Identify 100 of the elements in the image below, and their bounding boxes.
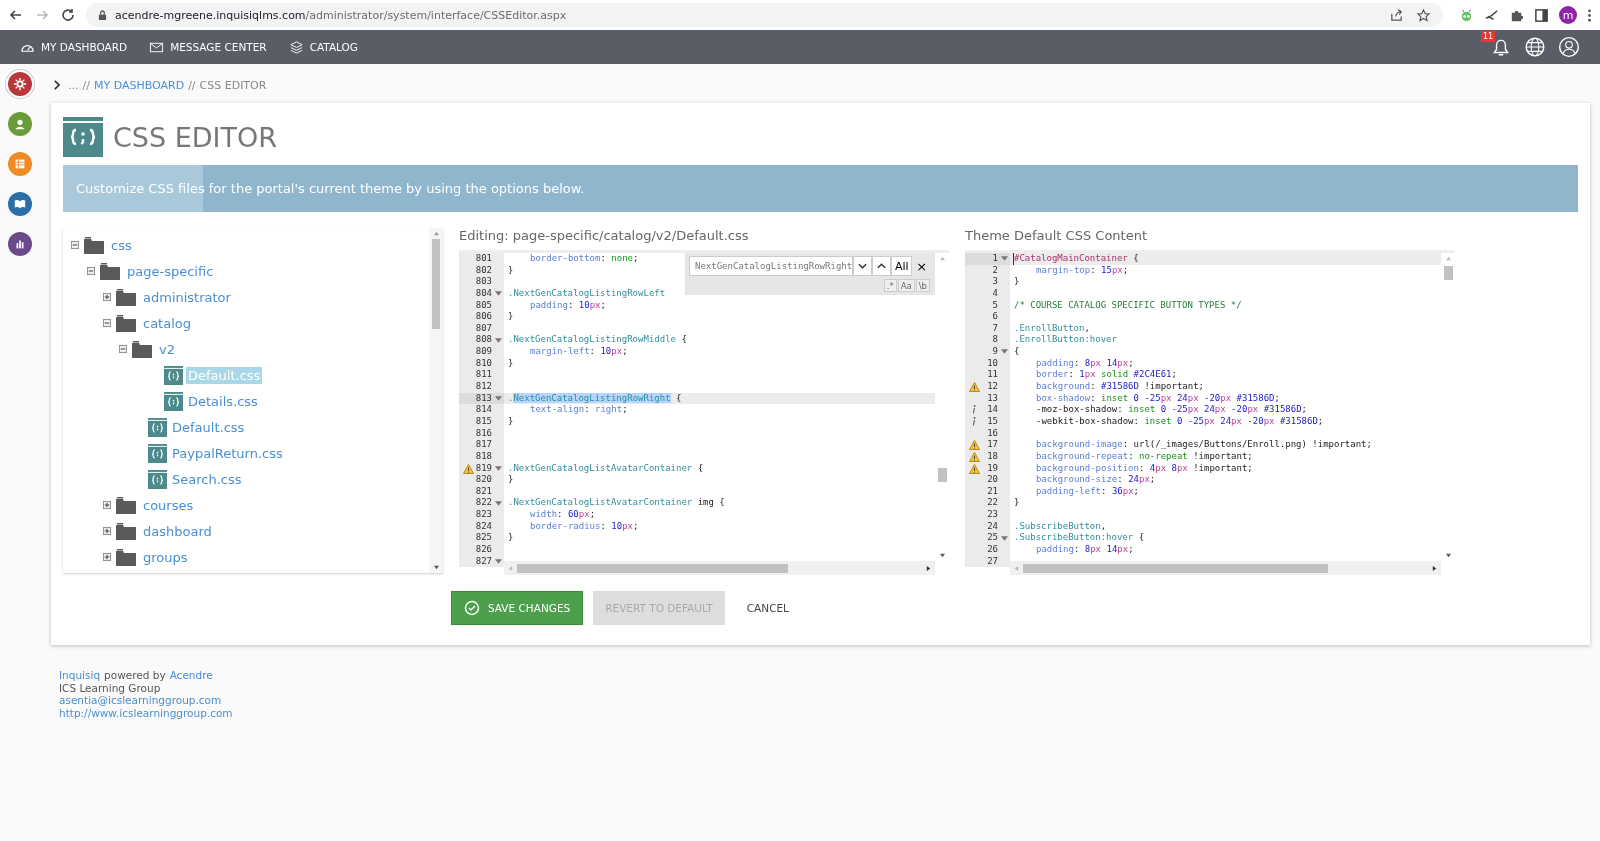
- scroll-right-icon[interactable]: [1432, 564, 1437, 572]
- scroll-thumb[interactable]: [1443, 266, 1453, 280]
- scroll-right-icon[interactable]: [926, 564, 931, 572]
- scroll-down-icon[interactable]: [432, 565, 440, 570]
- scroll-up-icon[interactable]: [432, 231, 440, 236]
- code-line: width: 60px;: [529, 509, 596, 521]
- fold-caret-icon[interactable]: [495, 337, 502, 343]
- globe-icon[interactable]: [1524, 36, 1546, 58]
- collapse-icon[interactable]: [119, 345, 127, 353]
- tree-item[interactable]: catalog: [141, 314, 193, 332]
- share-icon[interactable]: [1389, 7, 1404, 23]
- tree-item[interactable]: v2: [157, 340, 177, 358]
- line-number: 25: [987, 532, 998, 545]
- line-number: 12: [987, 381, 998, 393]
- person-icon[interactable]: [7, 112, 32, 136]
- collapse-icon[interactable]: [71, 241, 79, 249]
- find-field[interactable]: NextGenCatalogListingRowRight: [689, 256, 854, 276]
- fold-caret-icon[interactable]: [1001, 256, 1008, 262]
- line-number: 821: [475, 485, 492, 498]
- tree-item[interactable]: courses: [141, 496, 196, 514]
- tree-item[interactable]: page-specific: [125, 262, 216, 280]
- extension-icon[interactable]: [1484, 7, 1499, 23]
- footer-link[interactable]: Inquisiq: [59, 669, 101, 682]
- collapse-icon[interactable]: [103, 319, 111, 327]
- nav-link[interactable]: MY DASHBOARD: [20, 39, 128, 55]
- code-line: .NextGenCatalogListingRowRight {: [507, 392, 682, 405]
- tree-item[interactable]: PaypalReturn.css: [170, 444, 285, 462]
- expand-icon[interactable]: [103, 553, 111, 561]
- css-file-icon: [63, 117, 103, 157]
- profile-avatar[interactable]: m: [1559, 6, 1577, 24]
- scrollbar[interactable]: [429, 228, 443, 573]
- expand-icon[interactable]: [103, 527, 111, 535]
- settings-icon[interactable]: [7, 72, 32, 96]
- scroll-thumb[interactable]: [1023, 563, 1328, 573]
- folder-icon: [116, 522, 136, 540]
- menu-icon[interactable]: [1587, 7, 1592, 23]
- next-match-button[interactable]: [853, 256, 873, 276]
- code-line: -moz-box-shadow: inset 0 -25px 24px -20px #31586D;: [1035, 404, 1307, 416]
- save-button[interactable]: SAVE CHANGES: [451, 591, 584, 625]
- tree-item[interactable]: css: [109, 236, 134, 254]
- fold-caret-icon[interactable]: [495, 500, 502, 506]
- address-bar[interactable]: acendre-mgreene.inquisiqlms.com/administrator/system/interface/CSSEditor.aspx: [86, 3, 1443, 27]
- scroll-thumb[interactable]: [432, 239, 440, 329]
- scroll-up-icon[interactable]: [1444, 256, 1452, 261]
- star-icon[interactable]: [1416, 7, 1431, 23]
- user-icon[interactable]: [1558, 36, 1580, 58]
- code-line: }: [507, 474, 514, 486]
- find-all-button[interactable]: All: [891, 256, 913, 276]
- line-number: 802: [475, 264, 492, 277]
- line-number: 823: [475, 509, 492, 521]
- fold-caret-icon[interactable]: [495, 291, 502, 297]
- side-panel-icon[interactable]: [1534, 7, 1549, 23]
- fold-caret-icon[interactable]: [495, 396, 502, 401]
- code-line: }: [507, 311, 514, 323]
- fold-caret-icon[interactable]: [495, 465, 502, 471]
- breadcrumb-link[interactable]: MY DASHBOARD: [93, 78, 185, 92]
- previous-match-button[interactable]: [872, 256, 892, 276]
- scroll-thumb[interactable]: [517, 563, 788, 573]
- reload-icon[interactable]: [60, 7, 76, 23]
- regex-toggle[interactable]: .*: [883, 279, 897, 292]
- scrollbar[interactable]: [1010, 561, 1441, 575]
- fold-caret-icon[interactable]: [1001, 349, 1008, 355]
- line-number: 813: [475, 392, 492, 405]
- whole-word-toggle[interactable]: \b: [915, 279, 930, 292]
- tree-item[interactable]: Default.css: [170, 418, 247, 436]
- case-toggle[interactable]: Aa: [897, 279, 915, 292]
- book-icon[interactable]: [7, 192, 32, 216]
- tree-item[interactable]: groups: [141, 548, 190, 566]
- chevron-down-icon: [858, 263, 868, 269]
- email-link[interactable]: asentia@icslearninggroup.com: [59, 694, 222, 706]
- expand-icon[interactable]: [103, 293, 111, 301]
- cancel-link[interactable]: CANCEL: [734, 591, 801, 625]
- line-number: 820: [475, 474, 492, 486]
- tree-item[interactable]: administrator: [141, 288, 233, 306]
- line-number: 26: [987, 544, 998, 556]
- expand-icon[interactable]: [103, 501, 111, 509]
- scroll-thumb[interactable]: [937, 468, 947, 482]
- scroll-up-icon[interactable]: [938, 256, 946, 261]
- footer-link[interactable]: Acendre: [169, 669, 213, 682]
- breadcrumb-ellipsis[interactable]: ...: [68, 78, 79, 92]
- nav-link[interactable]: MESSAGE CENTER: [149, 39, 267, 55]
- scroll-down-icon[interactable]: [938, 553, 946, 558]
- chart-icon[interactable]: [7, 232, 32, 256]
- tree-item[interactable]: Details.css: [186, 392, 260, 410]
- scrollbar[interactable]: [504, 561, 935, 575]
- scroll-down-icon[interactable]: [1444, 553, 1452, 558]
- line-number: 814: [475, 404, 492, 416]
- line-number: 4: [992, 287, 998, 300]
- line-number: 826: [475, 544, 492, 556]
- tree-item[interactable]: dashboard: [141, 522, 214, 540]
- code-line: box-shadow: inset 0 -25px 24px -20px #31586D;: [1035, 392, 1280, 405]
- nav-link[interactable]: CATALOG: [288, 39, 358, 55]
- fold-caret-icon[interactable]: [1001, 535, 1008, 541]
- tree-item[interactable]: Search.css: [170, 470, 244, 488]
- list-icon[interactable]: [7, 152, 32, 176]
- code-line: /* COURSE CATALOG SPECIFIC BUTTON TYPES */: [1013, 299, 1242, 312]
- fold-caret-icon[interactable]: [495, 558, 502, 564]
- close-button[interactable]: ×: [912, 256, 931, 276]
- collapse-icon[interactable]: [87, 267, 95, 275]
- website-link[interactable]: http://www.icslearninggroup.com: [59, 706, 233, 719]
